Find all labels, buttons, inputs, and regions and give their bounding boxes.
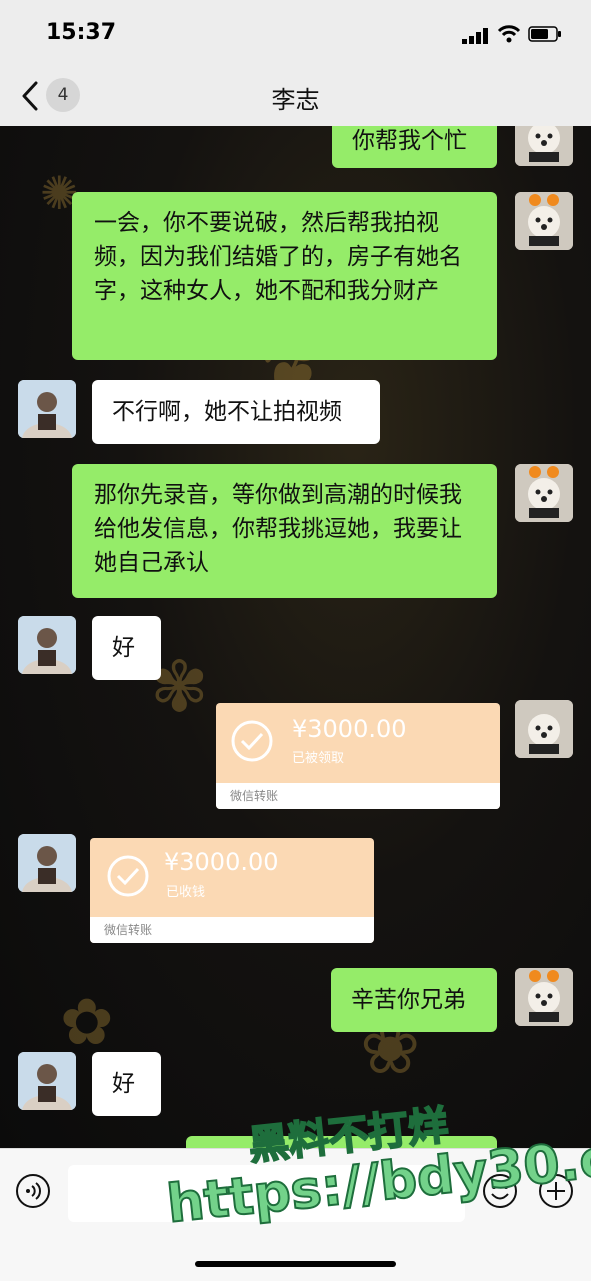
person-avatar-icon xyxy=(18,380,76,438)
person-avatar-icon xyxy=(18,834,76,892)
contact-avatar[interactable] xyxy=(18,616,76,674)
transfer-footer: 微信转账 xyxy=(90,917,374,943)
sent-message[interactable]: 那你先录音，等你做到高潮的时候我给他发信息，你帮我挑逗她，我要让她自己承认 xyxy=(72,464,497,598)
sent-message[interactable]: 你帮我个忙 xyxy=(332,126,497,168)
my-avatar[interactable] xyxy=(515,464,573,522)
transfer-amount: ¥3000.00 xyxy=(164,848,279,876)
dog-avatar-icon xyxy=(515,192,573,250)
background-decoration: ✿ xyxy=(60,986,114,1060)
contact-avatar[interactable] xyxy=(18,834,76,892)
my-avatar[interactable] xyxy=(515,126,573,166)
battery-icon xyxy=(528,26,561,42)
transfer-status: 已被领取 xyxy=(292,751,345,766)
voice-input-icon[interactable] xyxy=(15,1173,51,1209)
home-indicator xyxy=(195,1261,396,1267)
dog-avatar-icon xyxy=(515,700,573,758)
transfer-footer: 微信转账 xyxy=(216,783,500,809)
chat-title: 李志 xyxy=(271,86,320,114)
contact-avatar[interactable] xyxy=(18,380,76,438)
received-message[interactable]: 好 xyxy=(92,1052,161,1116)
dog-avatar-icon xyxy=(515,968,573,1026)
received-message[interactable]: 好 xyxy=(92,616,161,680)
chat-area[interactable]: ✺ ❦ ✾ ❧ ✿ ❀ 你帮我个忙 一会，你不要说破，然后帮我拍视频，因为我们结… xyxy=(0,126,591,1148)
received-message[interactable]: 不行啊，她不让拍视频 xyxy=(92,380,380,444)
wifi-icon xyxy=(497,25,521,43)
person-avatar-icon xyxy=(18,616,76,674)
status-bar: 15:37 xyxy=(0,0,591,66)
my-avatar[interactable] xyxy=(515,192,573,250)
cellular-signal-icon xyxy=(462,28,488,44)
transfer-card-sent[interactable]: ¥3000.00 已被领取 微信转账 xyxy=(216,703,500,809)
my-avatar[interactable] xyxy=(515,968,573,1026)
transfer-status: 已收钱 xyxy=(166,885,206,900)
transfer-amount: ¥3000.00 xyxy=(292,715,407,743)
status-time: 15:37 xyxy=(46,20,117,45)
contact-avatar[interactable] xyxy=(18,1052,76,1110)
transfer-card-received[interactable]: ¥3000.00 已收钱 微信转账 xyxy=(90,838,374,943)
check-circle-icon xyxy=(231,720,273,762)
my-avatar[interactable] xyxy=(515,700,573,758)
dog-avatar-icon xyxy=(515,464,573,522)
sent-message[interactable]: 一会，你不要说破，然后帮我拍视频，因为我们结婚了的，房子有她名字，这种女人，她不… xyxy=(72,192,497,360)
person-avatar-icon xyxy=(18,1052,76,1110)
sent-message[interactable]: 辛苦你兄弟 xyxy=(331,968,497,1032)
check-circle-icon xyxy=(107,855,149,897)
dog-avatar-icon xyxy=(515,126,573,166)
